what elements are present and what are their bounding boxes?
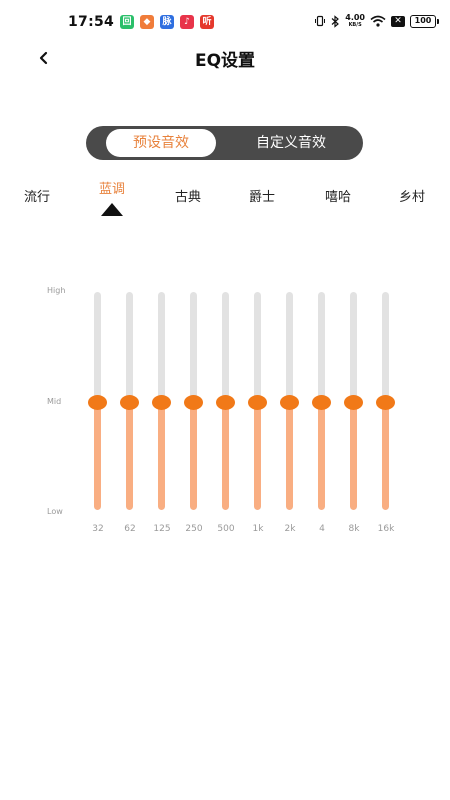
- notification-icons: 回 ◆ 脉 ♪ 听: [120, 15, 214, 29]
- app-notification-icon: 脉: [160, 15, 174, 29]
- wifi-icon: [370, 15, 386, 27]
- eq-band-frequency: 250: [185, 524, 203, 534]
- eq-slider-knob[interactable]: [280, 395, 299, 410]
- page-title: EQ设置: [194, 51, 256, 71]
- eq-slider-knob[interactable]: [216, 395, 235, 410]
- eq-slider-knob[interactable]: [344, 395, 363, 410]
- close-badge-icon: ✕: [391, 15, 405, 27]
- eq-band: 32: [84, 292, 112, 537]
- eq-slider-knob[interactable]: [376, 395, 395, 410]
- battery-icon: 100: [410, 14, 439, 28]
- eq-slider-fill: [254, 401, 261, 510]
- eq-slider-fill: [382, 401, 389, 510]
- eq-slider-fill: [190, 401, 197, 510]
- eq-band: 62: [116, 292, 144, 537]
- genre-tab[interactable]: 蓝调: [99, 178, 125, 197]
- system-icons: 4.00 KB/S ✕ 100: [314, 13, 439, 29]
- eq-band-frequency: 16k: [377, 524, 395, 534]
- eq-low-label: Low: [47, 507, 63, 516]
- eq-slider-knob[interactable]: [120, 395, 139, 410]
- eq-slider-knob[interactable]: [248, 395, 267, 410]
- page-header: EQ设置: [0, 40, 450, 76]
- bluetooth-icon: [331, 14, 340, 28]
- eq-band: 8k: [340, 292, 368, 537]
- eq-slider-knob[interactable]: [152, 395, 171, 410]
- network-speed: 4.00 KB/S: [345, 13, 365, 29]
- network-speed-value: 4.00: [345, 13, 365, 22]
- active-genre-pointer-icon: [101, 203, 123, 216]
- eq-band-frequency: 62: [124, 524, 136, 534]
- app-notification-icon: ♪: [180, 15, 194, 29]
- eq-band-frequency: 125: [153, 524, 171, 534]
- eq-band: 16k: [372, 292, 400, 537]
- eq-slider-fill: [158, 401, 165, 510]
- eq-slider-knob[interactable]: [184, 395, 203, 410]
- eq-slider-fill: [318, 401, 325, 510]
- status-bar: 17:54 回 ◆ 脉 ♪ 听 4.00 KB/S ✕ 100: [0, 0, 450, 44]
- eq-slider-fill: [94, 401, 101, 510]
- eq-slider-fill: [126, 401, 133, 510]
- eq-band-frequency: 2k: [284, 524, 296, 534]
- network-speed-unit: KB/S: [348, 22, 362, 28]
- eq-band: 125: [148, 292, 176, 537]
- genre-tab[interactable]: 爵士: [249, 186, 275, 205]
- eq-high-label: High: [47, 286, 66, 295]
- mode-toggle: 预设音效 自定义音效: [86, 126, 363, 160]
- eq-band: 4: [308, 292, 336, 537]
- status-time: 17:54: [68, 14, 115, 30]
- eq-band-frequency: 4: [319, 524, 325, 534]
- eq-slider-knob[interactable]: [312, 395, 331, 410]
- eq-band-frequency: 1k: [252, 524, 264, 534]
- eq-slider-fill: [222, 401, 229, 510]
- app-notification-icon: 听: [200, 15, 214, 29]
- eq-slider-fill: [350, 401, 357, 510]
- vibrate-icon: [315, 15, 326, 27]
- eq-band-frequency: 500: [217, 524, 235, 534]
- eq-band-frequency: 32: [92, 524, 104, 534]
- eq-band: 250: [180, 292, 208, 537]
- genre-tab[interactable]: 嘻哈: [325, 186, 351, 205]
- eq-mid-label: Mid: [47, 397, 62, 406]
- preset-effects-tab[interactable]: 预设音效: [106, 129, 216, 157]
- genre-tab[interactable]: 乡村: [399, 186, 425, 205]
- eq-slider-fill: [286, 401, 293, 510]
- eq-band: 1k: [244, 292, 272, 537]
- app-notification-icon: 回: [120, 15, 134, 29]
- genre-tab[interactable]: 古典: [175, 186, 201, 205]
- eq-slider-knob[interactable]: [88, 395, 107, 410]
- genre-tab[interactable]: 流行: [24, 186, 50, 205]
- custom-effects-tab[interactable]: 自定义音效: [231, 129, 351, 157]
- eq-band: 2k: [276, 292, 304, 537]
- eq-band: 500: [212, 292, 240, 537]
- app-notification-icon: ◆: [140, 15, 154, 29]
- eq-band-frequency: 8k: [348, 524, 360, 534]
